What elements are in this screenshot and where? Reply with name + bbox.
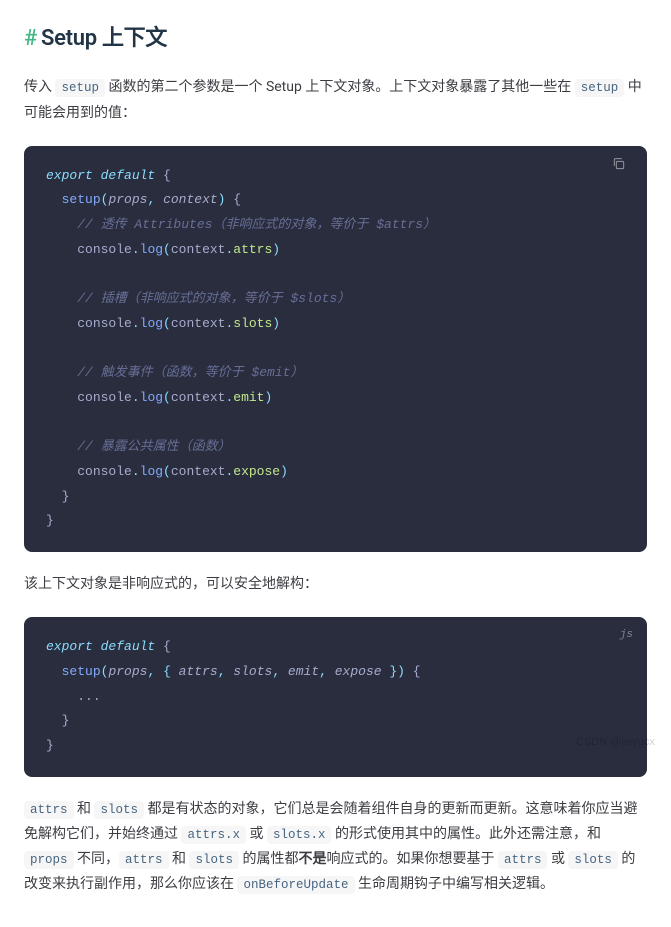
bold-text: 不是: [298, 851, 326, 867]
paragraph-2: 该上下文对象是非响应式的，可以安全地解构：: [24, 572, 647, 597]
text: 不同，: [74, 851, 119, 867]
copy-icon[interactable]: [611, 156, 635, 180]
paragraph-1: 传入 setup 函数的第二个参数是一个 Setup 上下文对象。上下文对象暴露…: [24, 75, 647, 125]
text: 的属性都: [239, 851, 298, 867]
text: 或: [246, 826, 267, 842]
text: 传入: [24, 79, 55, 95]
heading-hash-icon: #: [24, 26, 37, 51]
code-block-1: export default { setup(props, context) {…: [24, 146, 647, 552]
heading-text: Setup 上下文: [41, 26, 167, 51]
inline-code: attrs: [498, 851, 548, 869]
inline-code: slots.x: [267, 826, 332, 844]
code-content: export default { setup(props, context) {…: [46, 164, 625, 534]
code-content: export default { setup(props, { attrs, s…: [46, 635, 625, 758]
text: 生命周期钩子中编写相关逻辑。: [355, 876, 554, 892]
inline-code: onBeforeUpdate: [237, 876, 354, 894]
paragraph-3: attrs 和 slots 都是有状态的对象，它们总是会随着组件自身的更新而更新…: [24, 797, 647, 898]
inline-code-setup: setup: [575, 79, 625, 97]
page-heading: #Setup 上下文: [24, 20, 647, 57]
text: 函数的第二个参数是一个 Setup 上下文对象。上下文对象暴露了其他一些在: [105, 79, 575, 95]
inline-code: props: [24, 851, 74, 869]
inline-code: slots: [189, 851, 239, 869]
text: 响应式的。如果你想要基于: [326, 851, 497, 867]
inline-code-setup: setup: [55, 79, 105, 97]
inline-code: attrs: [119, 851, 169, 869]
text: 或: [547, 851, 568, 867]
inline-code: attrs.x: [181, 826, 246, 844]
text: 的形式使用其中的属性。此外还需注意，和: [331, 826, 600, 842]
inline-code: slots: [94, 801, 144, 819]
inline-code: attrs: [24, 801, 74, 819]
code-block-2: js export default { setup(props, { attrs…: [24, 617, 647, 776]
text: 和: [169, 851, 190, 867]
inline-code: slots: [568, 851, 618, 869]
language-label: js: [620, 625, 633, 646]
text: 和: [74, 801, 95, 817]
